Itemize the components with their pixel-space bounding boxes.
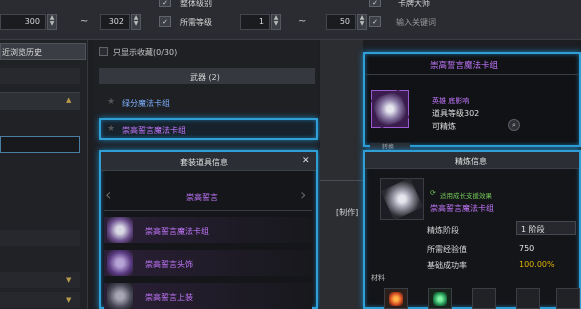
- craft-label: [制作]: [336, 208, 359, 217]
- chevron-right-icon[interactable]: ›: [300, 185, 306, 204]
- item-tooltip-title: 崇高誓言魔法卡组: [430, 61, 499, 71]
- left-filter-row[interactable]: [0, 68, 80, 84]
- craft-strip: [320, 40, 363, 309]
- recent-history-label: 近浏览历史: [2, 48, 42, 57]
- chevron-up-icon[interactable]: ▲: [66, 96, 71, 104]
- favorite-star-icon[interactable]: ★: [107, 124, 115, 134]
- header-right-checkbox[interactable]: ✓: [369, 0, 381, 7]
- material-slot-3[interactable]: [472, 288, 496, 309]
- chevron-down-icon[interactable]: ▼: [66, 296, 71, 304]
- required-exp-value: 750: [519, 244, 535, 253]
- tooltip-divider: [366, 74, 578, 75]
- growth-support-note: 适用成长支援效果: [440, 192, 492, 200]
- green-shard-icon: [433, 292, 447, 306]
- required-level-label: 所需等级: [180, 18, 212, 27]
- tilde-separator: ~: [80, 16, 89, 27]
- materials-label: 材料: [371, 274, 385, 282]
- required-level-checkbox[interactable]: ✓: [159, 16, 171, 27]
- search-icon[interactable]: ⌕: [508, 119, 520, 131]
- keyword-checkbox[interactable]: ✓: [369, 16, 381, 27]
- item-refinable: 可精炼: [432, 122, 456, 131]
- keyword-input[interactable]: 输入关键词: [396, 17, 436, 28]
- set-item-row[interactable]: [104, 250, 312, 276]
- item-level: 道具等级302: [432, 109, 480, 118]
- req-to-stepper[interactable]: ▲ ▼: [357, 14, 367, 30]
- craft-strip-divider: [320, 180, 363, 181]
- show-favorites-checkbox[interactable]: [99, 47, 108, 56]
- headpiece-icon: [107, 250, 133, 276]
- level-to-stepper[interactable]: ▲ ▼: [131, 14, 141, 30]
- chevron-left-icon[interactable]: ‹: [105, 185, 111, 204]
- refine-title: 精炼信息: [455, 157, 487, 166]
- req-from-stepper[interactable]: ▲ ▼: [271, 14, 281, 30]
- success-rate-label: 基础成功率: [427, 261, 467, 270]
- set-popup-title: 套装道具信息: [180, 158, 228, 167]
- header-left-checkbox[interactable]: ✓: [159, 0, 171, 7]
- favorite-star-icon[interactable]: ★: [107, 97, 115, 107]
- weapon-item-1[interactable]: 绿分魔法卡组: [122, 98, 170, 109]
- success-rate-value: 100.00%: [519, 260, 555, 269]
- material-slot-4[interactable]: [516, 288, 540, 309]
- refine-item-name: 崇高誓言魔法卡组: [430, 204, 494, 213]
- set-item-name: 崇高誓言头饰: [145, 260, 193, 269]
- weapon-category-label: 武器 (2): [190, 73, 220, 82]
- growth-support-icon: ⟳: [430, 189, 436, 197]
- show-favorites-label: 只显示收藏(0/30): [113, 48, 178, 57]
- set-item-name: 崇高誓言魔法卡组: [145, 227, 209, 236]
- set-divider: [104, 210, 312, 211]
- top-armor-icon: [107, 283, 133, 309]
- required-exp-label: 所需经验值: [427, 245, 467, 254]
- fire-shard-icon: [389, 292, 403, 306]
- set-item-row[interactable]: [104, 283, 312, 309]
- set-item-name: 崇高誓言上装: [145, 293, 193, 302]
- set-name: 崇高誓言: [186, 193, 218, 202]
- close-icon[interactable]: ✕: [302, 156, 310, 166]
- refine-stage-label: 精炼阶段: [427, 226, 459, 235]
- left-search-box[interactable]: [0, 136, 80, 153]
- weapon-item-2[interactable]: 崇高誓言魔法卡组: [122, 125, 186, 136]
- header-right-label: 卡牌大师: [398, 0, 430, 8]
- req-from-input[interactable]: 1: [240, 14, 270, 30]
- refine-stage-value: 1 阶段: [521, 225, 545, 234]
- level-to-input[interactable]: 302: [100, 14, 130, 30]
- item-grade: 英雄 底影响: [432, 97, 470, 105]
- material-slot-5[interactable]: [556, 288, 580, 309]
- chevron-down-icon[interactable]: ▼: [66, 276, 71, 284]
- req-to-input[interactable]: 50: [326, 14, 356, 30]
- card-deck-icon: [107, 217, 133, 243]
- tilde-separator-2: ~: [298, 16, 307, 27]
- level-from-stepper[interactable]: ▲ ▼: [47, 14, 57, 30]
- left-row-1[interactable]: [0, 230, 80, 246]
- header-left-label: 整体级别: [180, 0, 212, 8]
- level-from-input[interactable]: 300: [0, 14, 46, 30]
